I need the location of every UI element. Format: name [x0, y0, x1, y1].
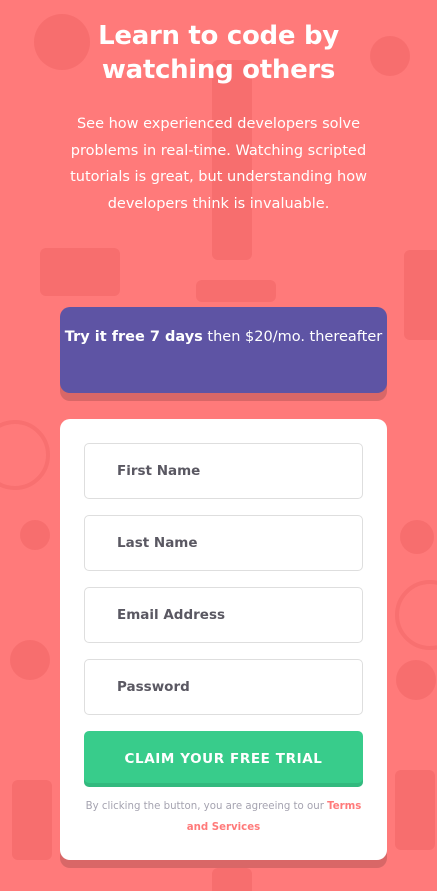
trial-offer-banner: Try it free 7 days then $20/mo. thereaft…	[60, 307, 387, 393]
last-name-field[interactable]	[84, 515, 363, 571]
terms-notice: By clicking the button, you are agreeing…	[84, 796, 363, 838]
page-intro: See how experienced developers solve pro…	[70, 116, 367, 212]
password-field[interactable]	[84, 659, 363, 715]
claim-trial-button[interactable]: CLAIM YOUR FREE TRIAL	[84, 731, 363, 787]
first-name-field[interactable]	[84, 443, 363, 499]
email-field[interactable]	[84, 587, 363, 643]
offer-price: then $20/mo. thereafter	[202, 329, 383, 345]
signup-form: CLAIM YOUR FREE TRIAL By clicking the bu…	[60, 419, 387, 860]
offer-highlight: Try it free 7 days	[64, 329, 203, 345]
page-title: Learn to code by watching others	[98, 21, 339, 85]
terms-prefix: By clicking the button, you are agreeing…	[85, 801, 328, 812]
